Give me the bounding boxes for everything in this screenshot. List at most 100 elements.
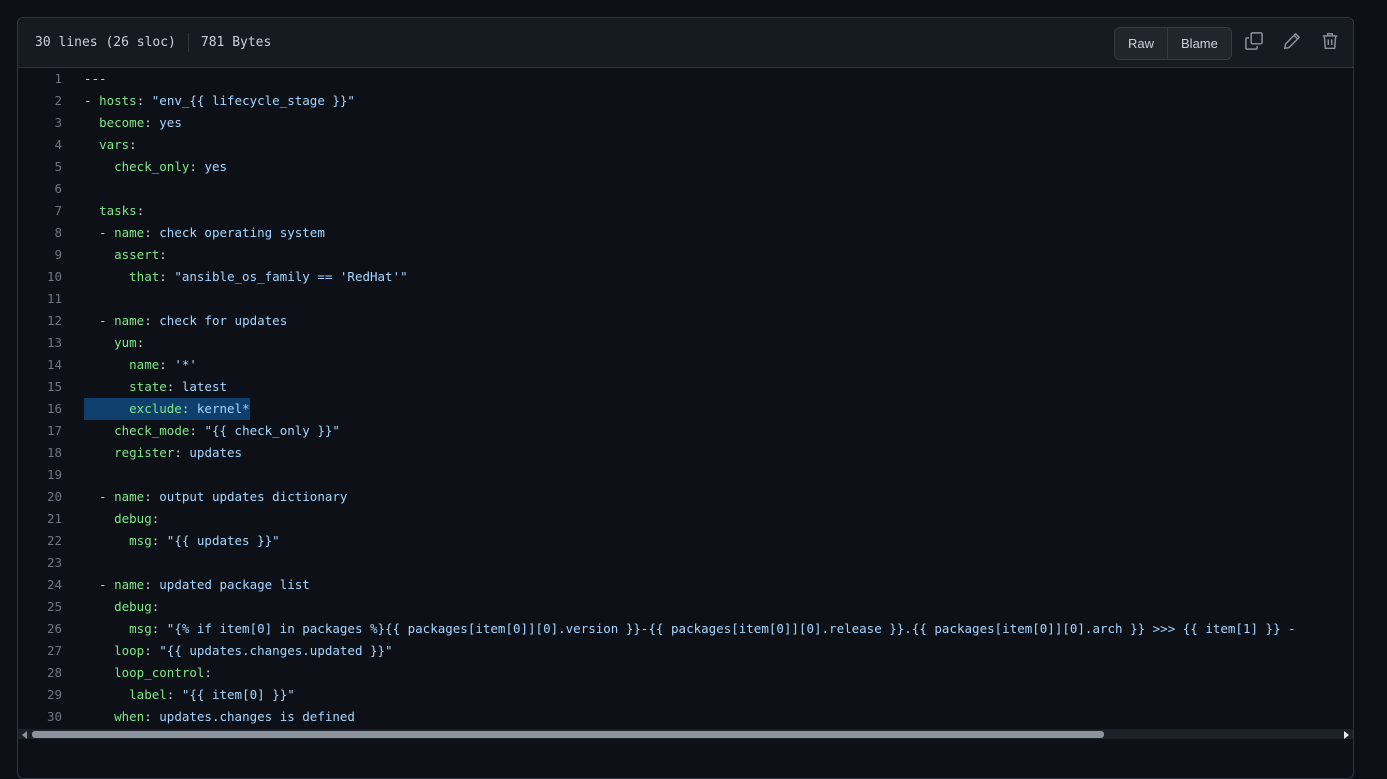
yaml-punct: [84, 357, 129, 372]
yaml-punct: [84, 445, 114, 460]
pencil-icon[interactable]: [1282, 31, 1302, 51]
yaml-punct: [84, 115, 99, 130]
line-number[interactable]: 2: [18, 90, 62, 112]
yaml-punct: :: [136, 93, 152, 108]
line-number[interactable]: 20: [18, 486, 62, 508]
line-number[interactable]: 25: [18, 596, 62, 618]
yaml-value: "{{ check_only }}": [204, 423, 340, 438]
yaml-key: name: [114, 225, 145, 240]
yaml-punct: [84, 423, 114, 438]
view-button-group: Raw Blame: [1114, 27, 1232, 60]
line-number[interactable]: 7: [18, 200, 62, 222]
yaml-value: updates.changes is defined: [159, 709, 355, 724]
line-content: debug:: [84, 508, 159, 530]
yaml-value: yes: [159, 115, 182, 130]
yaml-punct: -: [84, 577, 115, 592]
yaml-punct: [84, 709, 114, 724]
line-content: - name: check for updates: [84, 310, 287, 332]
yaml-key: check_mode: [114, 423, 190, 438]
line-content: become: yes: [84, 112, 182, 134]
page-scrollbar[interactable]: [1372, 0, 1387, 737]
line-number[interactable]: 1: [18, 68, 62, 90]
yaml-key: exclude: [129, 401, 182, 416]
line-number[interactable]: 6: [18, 178, 62, 200]
line-number[interactable]: 21: [18, 508, 62, 530]
line-number[interactable]: 3: [18, 112, 62, 134]
yaml-punct: :: [151, 533, 167, 548]
yaml-key: state: [129, 379, 167, 394]
file-info: 30 lines (26 sloc) 781 Bytes: [35, 18, 271, 67]
yaml-value: "{% if item[0] in packages %}{{ packages…: [166, 621, 1296, 636]
yaml-punct: [84, 159, 114, 174]
line-number[interactable]: 9: [18, 244, 62, 266]
line-number[interactable]: 30: [18, 706, 62, 728]
line-content: name: '*': [84, 354, 197, 376]
yaml-punct: :: [159, 357, 175, 372]
copy-icon[interactable]: [1244, 31, 1264, 51]
line-number[interactable]: 27: [18, 640, 62, 662]
yaml-punct: -: [84, 313, 115, 328]
yaml-punct: [84, 533, 129, 548]
line-content: debug:: [84, 596, 159, 618]
yaml-key: name: [129, 357, 160, 372]
yaml-value: output updates dictionary: [159, 489, 348, 504]
line-count: 30 lines (26 sloc): [35, 35, 176, 50]
yaml-key: name: [114, 577, 145, 592]
line-number[interactable]: 13: [18, 332, 62, 354]
line-content: - name: check operating system: [84, 222, 325, 244]
line-content: loop_control:: [84, 662, 212, 684]
yaml-punct: :: [151, 511, 160, 526]
line-number[interactable]: 24: [18, 574, 62, 596]
line-number[interactable]: 4: [18, 134, 62, 156]
yaml-punct: :: [174, 445, 190, 460]
yaml-punct: :: [144, 709, 160, 724]
yaml-key: check_only: [114, 159, 190, 174]
line-number[interactable]: 12: [18, 310, 62, 332]
yaml-value: check operating system: [159, 225, 325, 240]
yaml-key: debug: [114, 511, 152, 526]
yaml-key: label: [129, 687, 167, 702]
line-number[interactable]: 10: [18, 266, 62, 288]
line-number[interactable]: 17: [18, 420, 62, 442]
yaml-punct: [84, 247, 114, 262]
yaml-value: check for updates: [159, 313, 288, 328]
raw-button[interactable]: Raw: [1115, 28, 1168, 59]
line-number[interactable]: 26: [18, 618, 62, 640]
line-number[interactable]: 5: [18, 156, 62, 178]
line-number[interactable]: 23: [18, 552, 62, 574]
yaml-punct: :: [144, 115, 160, 130]
trash-icon[interactable]: [1320, 31, 1340, 51]
code-view[interactable]: 1 --- 2- hosts: "env_{{ lifecycle_stage }}…: [18, 68, 1353, 778]
line-number[interactable]: 8: [18, 222, 62, 244]
yaml-punct: -: [84, 225, 115, 240]
line-content: state: latest: [84, 376, 227, 398]
yaml-punct: :: [159, 269, 175, 284]
line-number[interactable]: 29: [18, 684, 62, 706]
yaml-value: kernel*: [196, 401, 250, 416]
line-number[interactable]: 28: [18, 662, 62, 684]
line-content: msg: "{% if item[0] in packages %}{{ pac…: [84, 618, 1296, 640]
line-number[interactable]: 18: [18, 442, 62, 464]
file-size: 781 Bytes: [200, 35, 272, 50]
line-content: tasks:: [84, 200, 144, 222]
line-number[interactable]: 15: [18, 376, 62, 398]
line-number[interactable]: 16: [18, 398, 62, 420]
yaml-punct: -: [84, 489, 115, 504]
blame-button[interactable]: Blame: [1167, 28, 1231, 59]
line-number[interactable]: 19: [18, 464, 62, 486]
yaml-value: "{{ updates.changes.updated }}": [159, 643, 393, 658]
yaml-value: '*': [174, 357, 197, 372]
line-content: loop: "{{ updates.changes.updated }}": [84, 640, 393, 662]
file-header: 30 lines (26 sloc) 781 Bytes Raw Blame: [18, 18, 1353, 68]
horizontal-scrollbar[interactable]: [18, 729, 1353, 739]
line-number[interactable]: 22: [18, 530, 62, 552]
line-number[interactable]: 14: [18, 354, 62, 376]
scroll-right-icon[interactable]: [1344, 731, 1349, 739]
yaml-value: "ansible_os_family == 'RedHat'": [174, 269, 408, 284]
line-number[interactable]: 11: [18, 288, 62, 310]
line-content: assert:: [84, 244, 167, 266]
scroll-left-icon[interactable]: [22, 731, 27, 739]
yaml-key: loop: [114, 643, 145, 658]
line-content: - name: output updates dictionary: [84, 486, 347, 508]
line-content: vars:: [84, 134, 137, 156]
